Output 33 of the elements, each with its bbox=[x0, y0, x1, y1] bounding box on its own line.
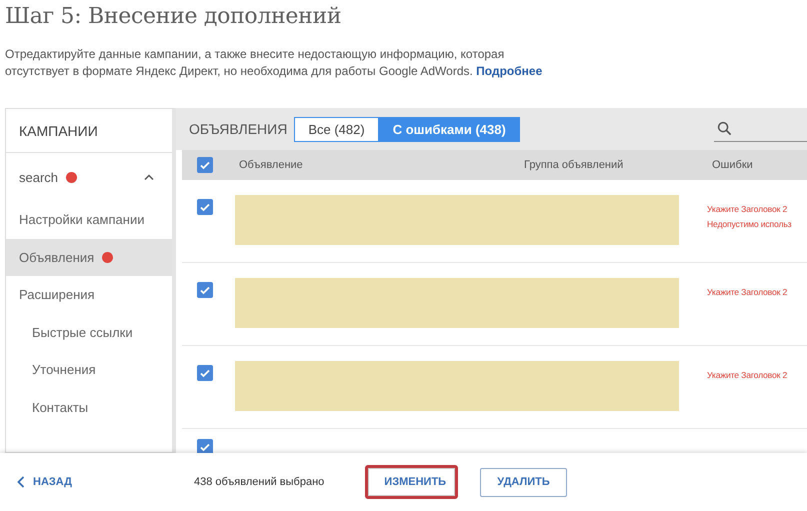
description: Отредактируйте данные кампании, а также внесите недостающую информацию, которая отсутствует в формате Яндекс Директ, но необходима для работы Google AdWords. Подробнее bbox=[5, 46, 544, 80]
sidebar-item[interactable]: Быстрые ссылки bbox=[6, 314, 172, 351]
checkbox[interactable] bbox=[196, 365, 212, 381]
error-message: Укажите Заголовок 2 bbox=[707, 203, 788, 216]
filter-tab[interactable]: С ошибками (438) bbox=[378, 116, 520, 142]
sidebar-item[interactable]: Настройки кампании bbox=[6, 201, 172, 238]
column-header: Группа объявлений bbox=[524, 159, 624, 171]
error-message: Недопустимо использ bbox=[707, 218, 792, 231]
column-header: Ошибки bbox=[712, 159, 754, 171]
error-message: Укажите Заголовок 2 bbox=[707, 286, 788, 299]
search-icon bbox=[717, 121, 732, 136]
back-link[interactable]: НАЗАД bbox=[17, 476, 72, 488]
chevron-up-icon[interactable] bbox=[144, 174, 154, 180]
sidebar-item[interactable]: search bbox=[6, 153, 172, 201]
more-link[interactable]: Подробнее bbox=[476, 64, 542, 78]
action-button[interactable]: ИЗМЕНИТЬ bbox=[365, 465, 458, 499]
checkbox[interactable] bbox=[196, 439, 212, 453]
sidebar-item[interactable]: Расширения bbox=[6, 276, 172, 314]
chevron-left-icon bbox=[17, 476, 25, 488]
action-button[interactable]: УДАЛИТЬ bbox=[480, 468, 567, 496]
sidebar-heading: КАМПАНИИ bbox=[6, 109, 172, 153]
checkbox[interactable] bbox=[196, 157, 212, 173]
sidebar-item[interactable]: Уточнения bbox=[6, 351, 172, 388]
section-heading: ОБЪЯВЛЕНИЯ bbox=[189, 121, 288, 137]
page-title: Шаг 5: Внесение дополнений bbox=[4, 3, 342, 31]
filter-tab[interactable]: Все (482) bbox=[294, 116, 379, 142]
sidebar-item[interactable]: Контакты bbox=[6, 388, 172, 426]
checkbox[interactable] bbox=[196, 282, 212, 298]
checkbox[interactable] bbox=[196, 199, 212, 215]
sidebar-item[interactable]: Объявления bbox=[6, 238, 172, 276]
error-message: Укажите Заголовок 2 bbox=[707, 369, 788, 382]
selection-count: 438 объявлений выбрано bbox=[194, 476, 324, 488]
column-header: Объявление bbox=[238, 159, 304, 171]
